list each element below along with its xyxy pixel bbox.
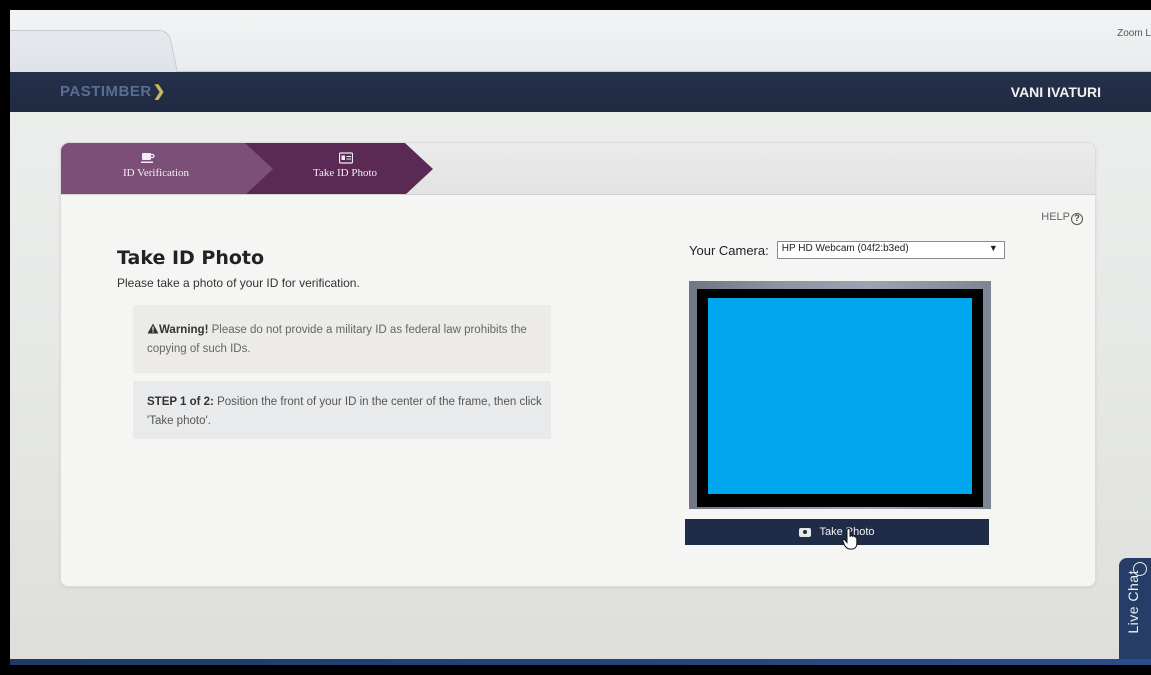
browser-toolbar: Zoom L: [10, 10, 1151, 72]
step-take-id-photo[interactable]: Take ID Photo: [245, 143, 433, 194]
site-header: PASTIMBER❯ VANI IVATURI: [10, 72, 1151, 112]
step-instructions: STEP 1 of 2: Position the front of your …: [133, 381, 551, 439]
coffee-cup-icon: [141, 151, 155, 163]
page-title: Take ID Photo: [117, 247, 265, 269]
logo-text: PASTIMBER: [60, 83, 152, 100]
dropdown-arrow-icon: ▼: [988, 243, 998, 253]
warning-triangle-icon: [147, 323, 159, 334]
user-name[interactable]: VANI IVATURI: [1011, 84, 1101, 100]
warning-title: Warning!: [159, 324, 209, 336]
zoom-label[interactable]: Zoom L: [1117, 28, 1151, 39]
warning-box: Warning! Please do not provide a militar…: [133, 305, 551, 373]
live-chat-label: Live Chat: [1125, 570, 1141, 634]
step-id-verification[interactable]: ID Verification: [61, 143, 279, 194]
question-circle-icon: ?: [1071, 213, 1083, 225]
screen: Zoom L PASTIMBER❯ VANI IVATURI ID Verifi…: [10, 10, 1151, 665]
browser-tab[interactable]: [10, 30, 178, 72]
page-subtitle: Please take a photo of your ID for verif…: [117, 276, 360, 290]
help-link[interactable]: HELP?: [1041, 211, 1083, 225]
step-label: ID Verification: [122, 167, 190, 179]
wizard-panel: ID Verification Take ID Photo HELP? Take…: [60, 142, 1096, 587]
camera-feed: [708, 298, 972, 494]
camera-selected-value: HP HD Webcam (04f2:b3ed): [781, 243, 909, 254]
live-chat-button[interactable]: Live Chat: [1119, 558, 1151, 665]
id-card-icon: [338, 151, 354, 164]
wizard-steps: ID Verification Take ID Photo: [61, 143, 1095, 195]
help-label: HELP: [1041, 211, 1070, 223]
step-label: Take ID Photo: [313, 167, 377, 179]
hand-pointer-cursor-icon: [842, 528, 858, 550]
camera-label: Your Camera:: [689, 242, 769, 258]
footer-strip: [10, 659, 1151, 665]
camera-viewport: [697, 289, 983, 507]
camera-preview: [689, 281, 991, 509]
take-photo-button[interactable]: Take Photo: [685, 519, 989, 545]
site-logo[interactable]: PASTIMBER❯: [60, 82, 166, 100]
logo-chevron-icon: ❯: [152, 83, 166, 100]
camera-select[interactable]: HP HD Webcam (04f2:b3ed) ▼: [776, 241, 1005, 259]
camera-icon: [799, 527, 812, 537]
camera-selector-row: Your Camera: HP HD Webcam (04f2:b3ed) ▼: [689, 239, 1005, 261]
step-counter: STEP 1 of 2:: [147, 396, 214, 408]
